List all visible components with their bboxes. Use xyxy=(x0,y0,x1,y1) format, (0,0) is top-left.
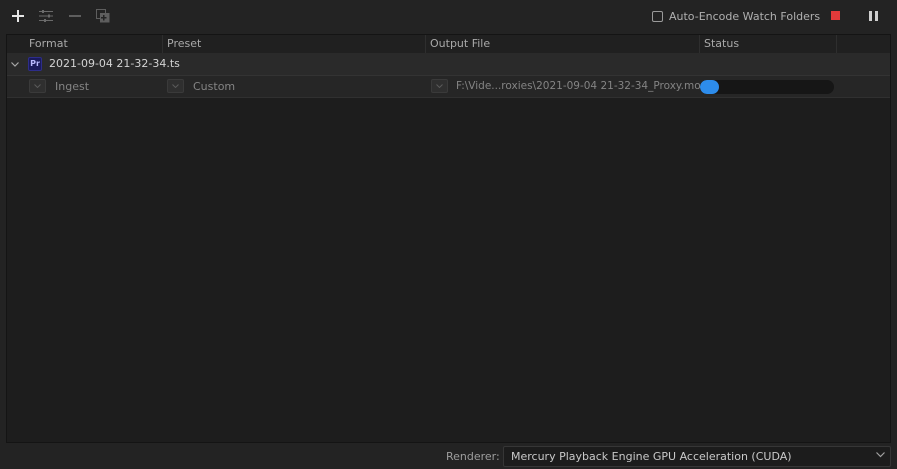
renderer-value: Mercury Playback Engine GPU Acceleration… xyxy=(511,450,792,463)
queue-settings-button[interactable] xyxy=(36,6,56,26)
chevron-down-icon xyxy=(11,61,19,67)
queue-panel[interactable]: Format Preset Output File Status Pr 2021… xyxy=(6,34,891,443)
stop-queue-button[interactable] xyxy=(831,11,840,20)
renderer-label: Renderer: xyxy=(446,450,500,463)
output-file-path[interactable]: F:\Vide...roxies\2021-09-04 21-32-34_Pro… xyxy=(456,76,707,97)
format-dropdown-button[interactable] xyxy=(29,79,46,93)
column-separator[interactable] xyxy=(836,35,837,53)
remove-item-button[interactable] xyxy=(65,6,85,26)
sliders-icon xyxy=(39,10,53,22)
column-header-format[interactable]: Format xyxy=(24,35,163,53)
pause-icon-bar xyxy=(875,11,878,21)
queue-output-row[interactable]: Ingest Custom F:\Vide...roxies\2021-09-0… xyxy=(7,76,890,98)
plus-icon xyxy=(12,10,24,22)
chevron-down-icon xyxy=(876,452,885,458)
pause-icon xyxy=(869,11,872,21)
auto-encode-checkbox[interactable] xyxy=(652,10,663,22)
preset-dropdown-button[interactable] xyxy=(167,79,184,93)
duplicate-item-button[interactable] xyxy=(93,6,113,26)
chevron-down-icon xyxy=(436,84,443,88)
encode-progress-bar xyxy=(700,80,834,94)
expand-toggle[interactable] xyxy=(9,58,21,70)
column-header-output-file[interactable]: Output File xyxy=(425,35,699,53)
premiere-pro-icon: Pr xyxy=(28,57,42,71)
chevron-down-icon xyxy=(172,84,179,88)
auto-encode-label: Auto-Encode Watch Folders xyxy=(669,9,821,23)
output-file-dropdown-button[interactable] xyxy=(431,79,448,93)
add-source-button[interactable] xyxy=(8,6,28,26)
chevron-down-icon xyxy=(34,84,41,88)
source-file-name: 2021-09-04 21-32-34.ts xyxy=(49,57,180,70)
auto-encode-toggle[interactable]: Auto-Encode Watch Folders xyxy=(652,9,820,23)
minus-icon xyxy=(69,15,81,17)
queue-toolbar: Auto-Encode Watch Folders xyxy=(0,0,897,32)
queue-source-row[interactable]: Pr 2021-09-04 21-32-34.ts xyxy=(7,53,890,76)
duplicate-icon xyxy=(96,9,110,23)
encode-progress-fill xyxy=(700,80,719,94)
format-value[interactable]: Ingest xyxy=(55,76,89,97)
column-header-status[interactable]: Status xyxy=(699,35,836,53)
pause-queue-button[interactable] xyxy=(869,11,878,21)
renderer-footer: Renderer: Mercury Playback Engine GPU Ac… xyxy=(0,444,897,469)
renderer-select[interactable]: Mercury Playback Engine GPU Acceleration… xyxy=(503,446,891,467)
queue-header: Format Preset Output File Status xyxy=(7,35,890,54)
preset-value[interactable]: Custom xyxy=(193,76,235,97)
column-header-preset[interactable]: Preset xyxy=(162,35,424,53)
